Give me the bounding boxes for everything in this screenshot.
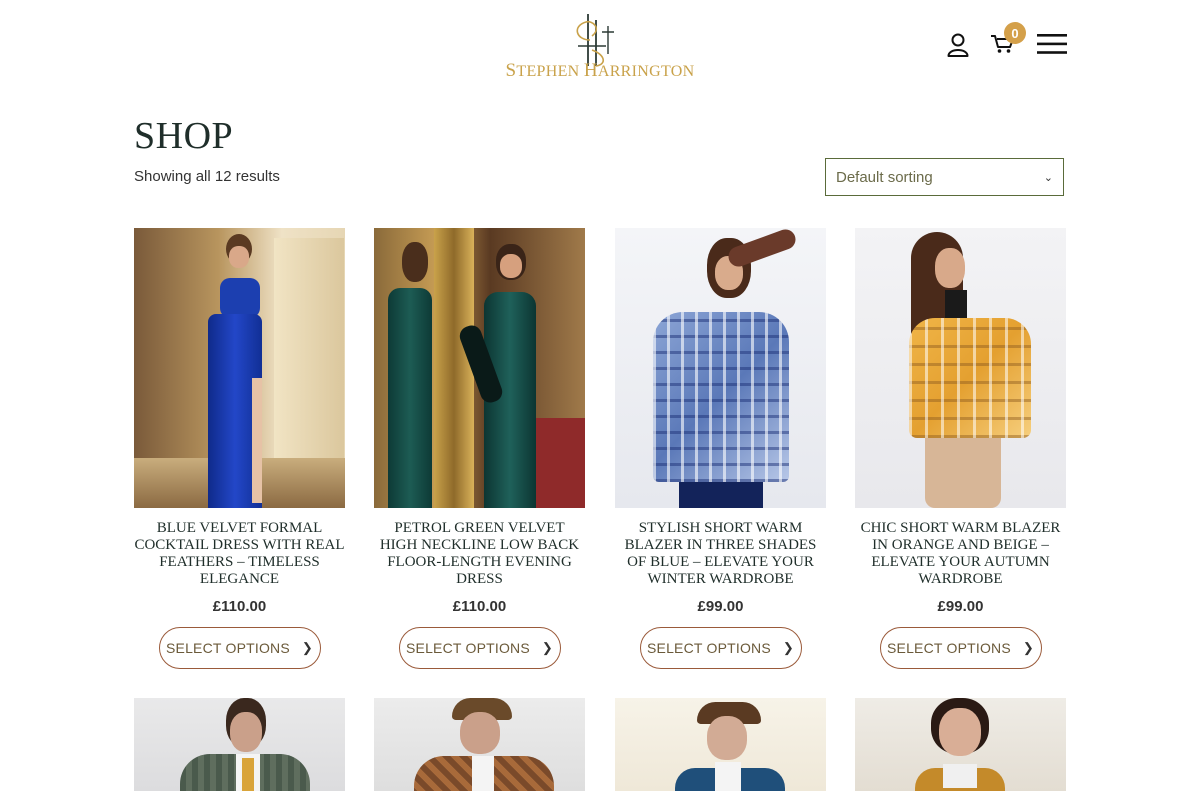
product-price: £110.00 [212, 598, 267, 615]
product-image[interactable] [374, 698, 585, 791]
product-card [134, 698, 345, 791]
select-options-button[interactable]: SELECT OPTIONS ❯ [879, 627, 1042, 669]
button-label: SELECT OPTIONS [406, 640, 530, 656]
chevron-down-icon: ⌄ [1043, 171, 1053, 184]
button-label: SELECT OPTIONS [647, 640, 771, 656]
product-name[interactable]: Stylish Short Warm Blazer in Three Shade… [615, 520, 826, 588]
product-card: Stylish Short Warm Blazer in Three Shade… [615, 228, 826, 669]
brand-logo[interactable]: STEPHEN HARRINGTON [500, 8, 700, 81]
product-card [855, 698, 1066, 791]
button-label: SELECT OPTIONS [887, 640, 1011, 656]
product-card: Blue Velvet Formal Cocktail Dress with R… [134, 228, 345, 669]
result-count: Showing all 12 results [134, 168, 280, 185]
product-image[interactable] [615, 698, 826, 791]
product-image[interactable] [615, 228, 826, 508]
menu-icon[interactable] [1037, 34, 1067, 54]
product-card: Petrol Green Velvet High Neckline Low Ba… [374, 228, 585, 669]
product-price: £99.00 [697, 598, 744, 615]
sort-select[interactable]: Default sorting ⌄ [825, 158, 1064, 196]
product-card [374, 698, 585, 791]
product-image[interactable] [374, 228, 585, 508]
product-name[interactable]: Chic Short Warm Blazer in Orange and Bei… [855, 520, 1066, 588]
chevron-right-icon: ❯ [1022, 640, 1034, 655]
product-price: £99.00 [937, 598, 984, 615]
product-card [615, 698, 826, 791]
button-label: SELECT OPTIONS [166, 640, 290, 656]
page-title: SHOP [134, 115, 234, 157]
product-image[interactable] [134, 228, 345, 508]
sort-selected-value: Default sorting [836, 168, 933, 186]
product-image[interactable] [855, 698, 1066, 791]
product-price: £110.00 [452, 598, 507, 615]
product-name[interactable]: Blue Velvet Formal Cocktail Dress with R… [134, 520, 345, 588]
product-image[interactable] [855, 228, 1066, 508]
select-options-button[interactable]: SELECT OPTIONS ❯ [398, 627, 561, 669]
brand-wordmark: STEPHEN HARRINGTON [505, 60, 695, 81]
product-name[interactable]: Petrol Green Velvet High Neckline Low Ba… [374, 520, 585, 588]
select-options-button[interactable]: SELECT OPTIONS ❯ [158, 627, 321, 669]
account-icon[interactable] [947, 33, 969, 57]
product-card: Chic Short Warm Blazer in Orange and Bei… [855, 228, 1066, 669]
chevron-right-icon: ❯ [541, 640, 553, 655]
product-image[interactable] [134, 698, 345, 791]
select-options-button[interactable]: SELECT OPTIONS ❯ [639, 627, 802, 669]
chevron-right-icon: ❯ [301, 640, 313, 655]
cart-count-badge: 0 [1004, 22, 1026, 44]
chevron-right-icon: ❯ [782, 640, 794, 655]
